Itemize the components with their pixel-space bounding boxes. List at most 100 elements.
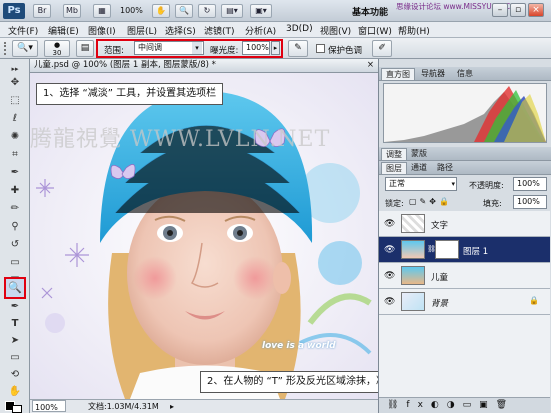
- menu-3d[interactable]: 3D(D): [286, 24, 313, 34]
- menu-filter[interactable]: 滤镜(T): [204, 24, 235, 37]
- tab-channels[interactable]: 通道: [407, 162, 431, 174]
- hand-tool-icon[interactable]: ✋: [6, 384, 24, 400]
- dodge-tool-icon[interactable]: 🔍: [6, 280, 24, 296]
- range-select[interactable]: 中间调 ▾: [134, 41, 204, 55]
- chevron-down-icon: ▾: [192, 42, 202, 54]
- quick-select-tool-icon[interactable]: ✺: [6, 129, 24, 145]
- hand-tool-button[interactable]: ✋: [152, 4, 170, 18]
- menu-edit[interactable]: 编辑(E): [48, 24, 79, 37]
- tab-info[interactable]: 信息: [453, 68, 477, 80]
- tab-layers[interactable]: 图层: [381, 162, 407, 174]
- options-grip: [4, 42, 8, 55]
- marquee-tool-icon[interactable]: ⬚: [6, 93, 24, 109]
- opacity-input[interactable]: 100%: [513, 177, 547, 191]
- layer-name: 儿童: [431, 273, 449, 283]
- menu-window[interactable]: 窗口(W): [358, 24, 392, 37]
- layer-thumbnail: [401, 266, 425, 285]
- history-brush-tool-icon[interactable]: ↺: [6, 237, 24, 253]
- eraser-tool-icon[interactable]: ▭: [6, 255, 24, 271]
- layer-name: 文字: [431, 221, 449, 231]
- healing-brush-tool-icon[interactable]: ✚: [6, 183, 24, 199]
- eye-icon[interactable]: 👁: [384, 245, 395, 255]
- brush-tool-icon[interactable]: ✏: [6, 201, 24, 217]
- view-extras-button[interactable]: ▦: [93, 4, 111, 18]
- app-bar: Ps Br Mb ▦ 100% ✋ 🔍 ↻ ▤▾ ▣▾ 基本功能 思缘设计论坛 …: [0, 0, 551, 22]
- app-zoom-readout[interactable]: 100%: [120, 6, 143, 15]
- minimize-button[interactable]: –: [492, 3, 508, 17]
- bridge-button[interactable]: Br: [33, 4, 51, 18]
- eye-icon[interactable]: 👁: [384, 219, 395, 229]
- brush-panel-toggle-icon[interactable]: ▤: [76, 40, 94, 57]
- pen-tool-icon[interactable]: ✒: [6, 299, 24, 315]
- opacity-label: 不透明度:: [469, 181, 504, 190]
- layer-mask-thumbnail[interactable]: [435, 240, 459, 259]
- adjustments-tabbar: 调整 蒙版: [379, 147, 551, 161]
- tool-preset-picker[interactable]: 🔍▾: [12, 40, 38, 57]
- menu-help[interactable]: 帮助(H): [398, 24, 430, 37]
- mini-bridge-button[interactable]: Mb: [63, 4, 81, 18]
- close-button[interactable]: ×: [528, 3, 544, 17]
- layer-thumbnail: [401, 292, 425, 311]
- layer-row-child[interactable]: 👁 儿童: [379, 263, 550, 289]
- document-title: 儿童.psd @ 100% (图层 1 副本, 图层蒙版/8) *: [34, 60, 216, 70]
- path-select-tool-icon[interactable]: ➤: [6, 333, 24, 349]
- layer-name: 背景: [431, 299, 449, 309]
- callout-step2: 2、在人物的 “T” 形及反光区域涂抹，减淡皮肤的颜色: [200, 371, 378, 393]
- fill-label: 填充:: [483, 199, 502, 208]
- tab-histogram[interactable]: 直方图: [381, 68, 415, 80]
- menu-select[interactable]: 选择(S): [165, 24, 196, 37]
- workspace-label[interactable]: 基本功能: [352, 5, 388, 18]
- layers-empty-area: [379, 315, 550, 397]
- toolbox: ▸▸ ✥ ⬚ ℓ ✺ ⌗ ✒ ✚ ✏ ⚲ ↺ ▭ ▤ 🔍 ✒ T ➤ ▭ ⟲ ✋: [0, 59, 30, 413]
- layer-row-text[interactable]: 👁 文字: [379, 211, 550, 237]
- eye-icon[interactable]: 👁: [384, 297, 395, 307]
- histogram-tabbar: 直方图 导航器 信息: [379, 67, 551, 81]
- lasso-tool-icon[interactable]: ℓ: [6, 111, 24, 127]
- tablet-pressure-icon[interactable]: ✐: [372, 40, 392, 57]
- clone-stamp-tool-icon[interactable]: ⚲: [6, 219, 24, 235]
- layer-row-layer1[interactable]: 👁 ⛓ 图层 1: [379, 237, 550, 263]
- crop-tool-icon[interactable]: ⌗: [6, 147, 24, 163]
- range-label: 范围:: [104, 46, 124, 56]
- screen-mode-button[interactable]: ▣▾: [250, 4, 272, 18]
- layer-row-background[interactable]: 👁 背景 🔒: [379, 289, 550, 315]
- tab-adjustments[interactable]: 调整: [381, 148, 407, 160]
- tab-masks[interactable]: 蒙版: [407, 148, 431, 160]
- arrange-documents-button[interactable]: ▤▾: [221, 4, 243, 18]
- layer-thumbnail: [401, 240, 425, 259]
- menu-bar: 文件(F) 编辑(E) 图像(I) 图层(L) 选择(S) 滤镜(T) 分析(A…: [0, 22, 551, 38]
- protect-tones-checkbox[interactable]: [316, 44, 325, 53]
- move-tool-icon[interactable]: ✥: [6, 75, 24, 91]
- document-canvas[interactable]: 腾龍視覺 WWW.LVLN.NET love is a world 1、选择 “…: [30, 73, 378, 399]
- exposure-input[interactable]: 100%: [242, 41, 270, 55]
- menu-analysis[interactable]: 分析(A): [245, 24, 276, 37]
- restore-button[interactable]: ▫: [510, 3, 526, 17]
- shape-tool-icon[interactable]: ▭: [6, 350, 24, 366]
- brush-preset-picker[interactable]: ● 30: [44, 40, 70, 57]
- menu-file[interactable]: 文件(F): [8, 24, 38, 37]
- status-zoom[interactable]: 100%: [32, 400, 66, 412]
- layer-name: 图层 1: [463, 247, 489, 257]
- menu-view[interactable]: 视图(V): [320, 24, 351, 37]
- type-tool-icon[interactable]: T: [6, 316, 24, 332]
- layers-footer-icons[interactable]: ⛓fx◐◑▭▣🗑: [379, 397, 550, 413]
- airbrush-icon[interactable]: ✎: [288, 40, 308, 57]
- tab-navigator[interactable]: 导航器: [417, 68, 449, 80]
- document-tab[interactable]: 儿童.psd @ 100% (图层 1 副本, 图层蒙版/8) * ×: [30, 59, 378, 73]
- menu-image[interactable]: 图像(I): [88, 24, 116, 37]
- fill-input[interactable]: 100%: [513, 195, 547, 209]
- tab-paths[interactable]: 路径: [433, 162, 457, 174]
- zoom-tool-button[interactable]: 🔍: [175, 4, 193, 18]
- rotate-view-button[interactable]: ↻: [198, 4, 216, 18]
- status-menu-arrow-icon[interactable]: ▸: [170, 400, 174, 413]
- eye-icon[interactable]: 👁: [384, 271, 395, 281]
- lock-icons[interactable]: ▢✎✥🔒: [409, 197, 452, 206]
- 3d-rotate-tool-icon[interactable]: ⟲: [6, 367, 24, 383]
- protect-tones-label: 保护色调: [328, 46, 363, 56]
- close-document-icon[interactable]: ×: [367, 59, 374, 72]
- eyedropper-tool-icon[interactable]: ✒: [6, 165, 24, 181]
- blend-mode-select[interactable]: 正常 ▾: [385, 177, 457, 191]
- menu-layer[interactable]: 图层(L): [127, 24, 157, 37]
- background-color-swatch[interactable]: [12, 405, 22, 413]
- exposure-slider-toggle[interactable]: ▸: [271, 41, 280, 55]
